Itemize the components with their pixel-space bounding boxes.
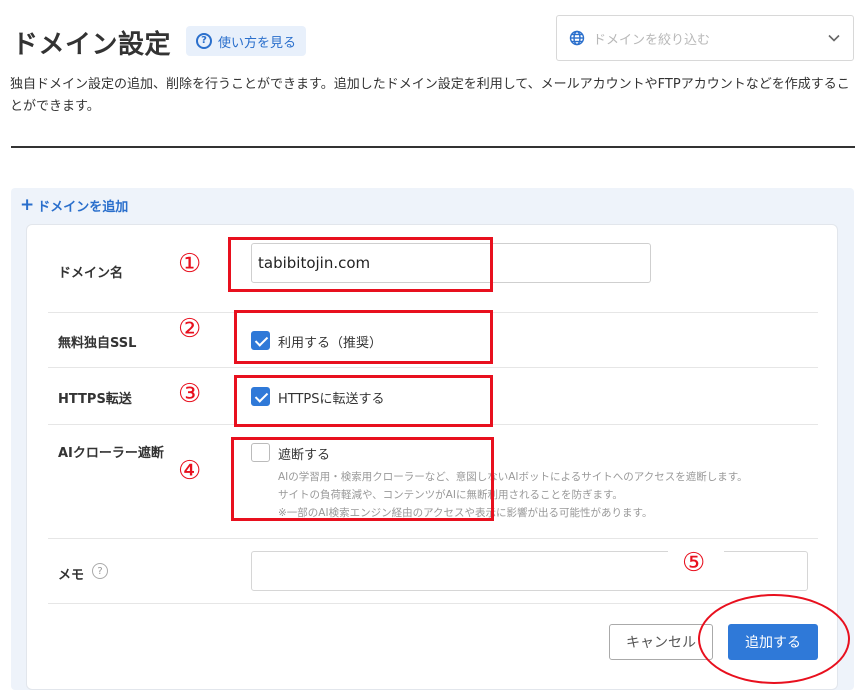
row-divider xyxy=(48,367,818,368)
help-button[interactable]: ? 使い方を見る xyxy=(186,26,307,56)
memo-input[interactable] xyxy=(251,551,808,591)
plus-icon: + xyxy=(20,195,35,215)
https-label: HTTPS転送 xyxy=(58,392,132,407)
help-button-label: 使い方を見る xyxy=(218,35,297,51)
ssl-label: 無料独自SSL xyxy=(58,336,137,351)
globe-icon xyxy=(569,30,585,46)
annotation-number-2: ② xyxy=(178,314,202,344)
annotation-number-4: ④ xyxy=(178,456,202,486)
annotation-box-4 xyxy=(231,437,494,521)
annotation-box-1 xyxy=(228,237,493,292)
add-domain-label: ドメインを追加 xyxy=(37,200,129,215)
domain-filter-select[interactable]: ドメインを絞り込む xyxy=(556,15,854,61)
annotation-box-3 xyxy=(234,375,493,427)
filter-placeholder: ドメインを絞り込む xyxy=(593,32,711,48)
question-circle-icon: ? xyxy=(196,33,212,49)
page-title: ドメイン設定 xyxy=(12,30,172,60)
chevron-down-icon xyxy=(828,34,840,42)
annotation-ellipse-5 xyxy=(698,594,850,684)
add-domain-toggle[interactable]: + ドメインを追加 xyxy=(20,195,129,216)
annotation-box-2 xyxy=(234,310,493,364)
annotation-number-5: ⑤ xyxy=(682,548,706,578)
domain-name-label: ドメイン名 xyxy=(58,266,124,281)
row-divider xyxy=(48,603,818,604)
row-divider xyxy=(48,538,818,539)
annotation-number-3: ③ xyxy=(178,379,202,409)
header-divider xyxy=(11,146,855,148)
ai-crawler-label: AIクローラー遮断 xyxy=(58,446,164,461)
help-circle-icon[interactable]: ? xyxy=(92,563,108,579)
memo-label: メモ xyxy=(58,568,85,583)
annotation-number-1: ① xyxy=(178,249,202,279)
page-description: 独自ドメイン設定の追加、削除を行うことができます。追加したドメイン設定を利用して… xyxy=(10,77,850,114)
